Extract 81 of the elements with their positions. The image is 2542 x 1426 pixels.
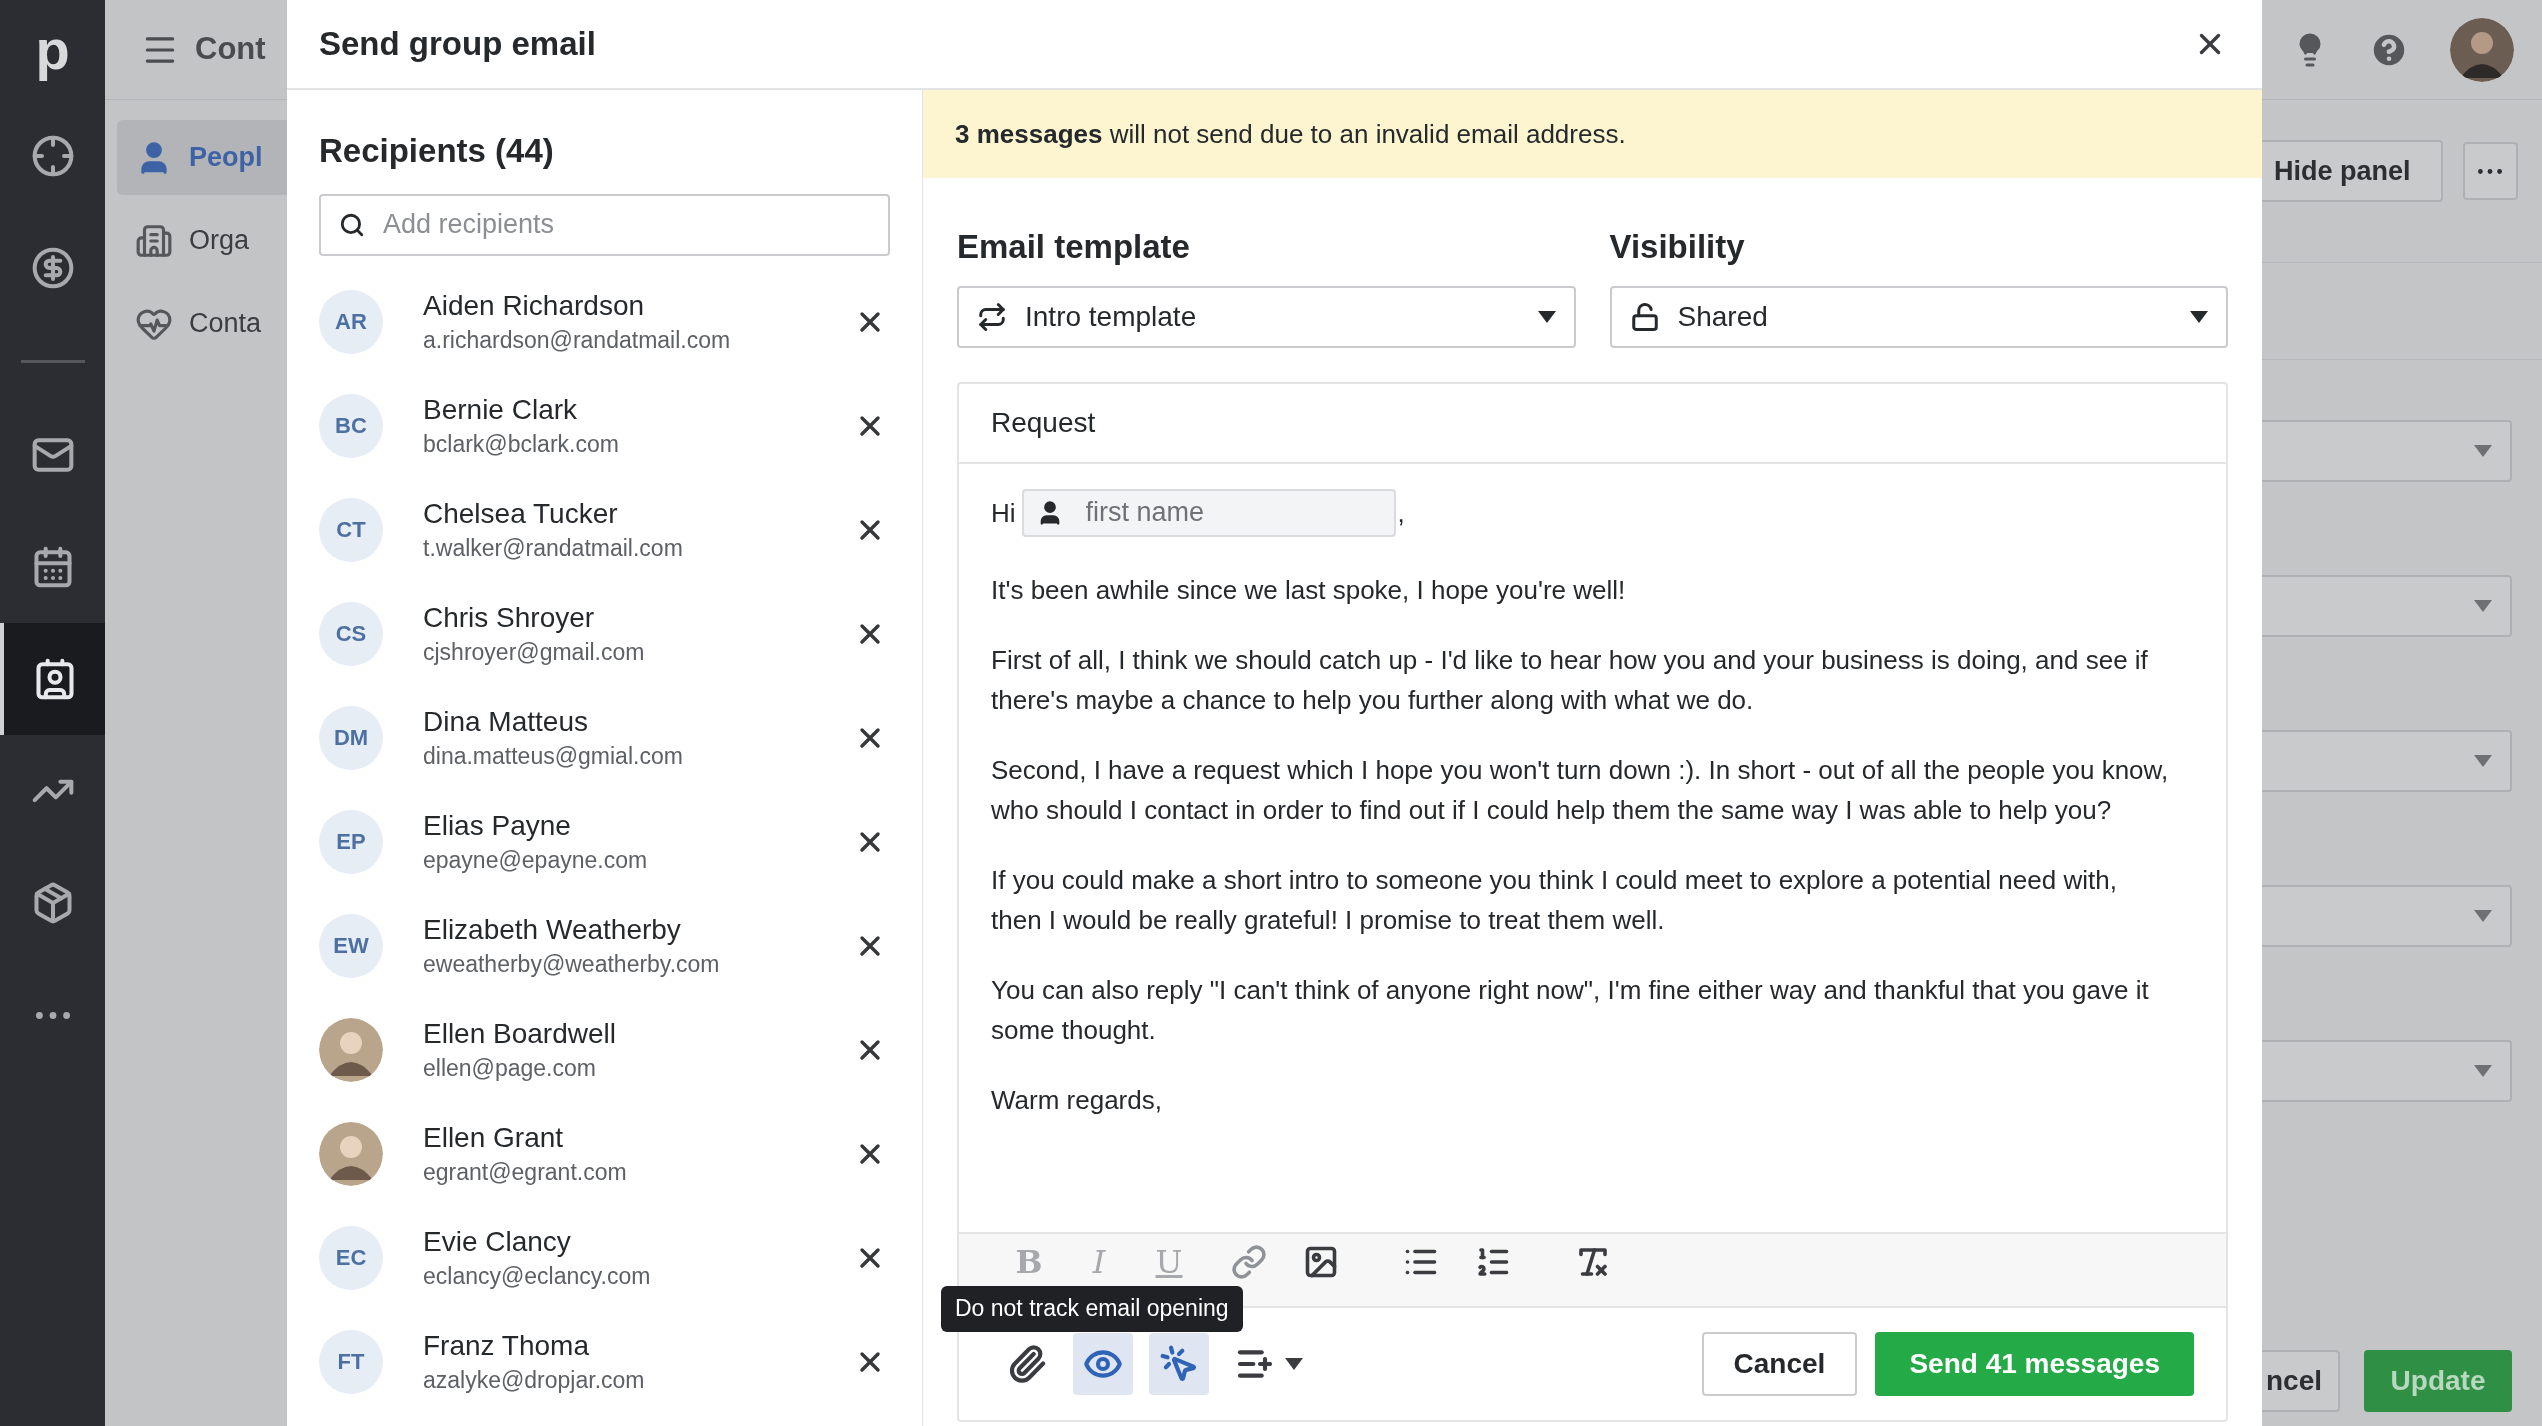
dropdown-caret-icon: [2474, 600, 2492, 612]
avatar: AR: [319, 289, 383, 354]
recipient-email: azalyke@dropjar.com: [423, 1365, 646, 1395]
recipient-name: Elizabeth Weatherby: [423, 912, 682, 947]
recipient-name: Chelsea Tucker: [423, 496, 619, 531]
cursor-click-icon: [1159, 1343, 1199, 1384]
section-title: Cont: [195, 30, 266, 69]
email-paragraph: Second, I have a request which I hope you won't turn down :). In short - out of all the people you know, who should I contact in order to find out if I could help them the same way I was able to help you?: [991, 753, 2170, 827]
email-paragraph: Warm regards,: [991, 1083, 1163, 1117]
email-paragraph: First of all, I think we should catch up - I'd like to hear how you and your business is doing, and see if there's maybe a chance to help you further along with what we do.: [991, 643, 2149, 717]
avatar: EC: [319, 1225, 383, 1290]
dollar-icon: [30, 246, 75, 290]
avatar: EW: [319, 913, 383, 978]
search-field[interactable]: Add recipients: [319, 193, 890, 256]
warning-banner: 3 messages will not send due to an invalid email address.: [923, 90, 2262, 178]
avatar: CT: [319, 497, 383, 562]
subject-line[interactable]: Request: [959, 383, 2226, 464]
recipient-email: bclark@bclark.com: [423, 429, 620, 459]
dropdown-caret-icon: [2474, 910, 2492, 922]
tracking-button[interactable]: [1149, 1332, 1209, 1395]
recipient-name: Franz Thoma: [423, 1328, 590, 1363]
paperclip-icon: [1007, 1343, 1047, 1384]
email-paragraph: If you could make a short intro to someone you think I could meet to explore a potential need with, then I would be really grateful! I promise to treat them well.: [991, 863, 2118, 937]
tooltip: Do not track email opening: [941, 1285, 1243, 1332]
search-icon: [339, 211, 365, 238]
recipients-title: Recipients (44): [318, 131, 555, 171]
more-icon: [2478, 168, 2503, 174]
avatar: BC: [319, 393, 383, 458]
recipient-name: Dina Matteus: [423, 704, 589, 739]
recipient-email: eclancy@eclancy.com: [423, 1261, 652, 1291]
dropdown-caret-icon: [2474, 445, 2492, 457]
tracking-button[interactable]: [1073, 1332, 1133, 1395]
dropdown-caret-icon: [2474, 755, 2492, 767]
dropdown-caret-icon: [1537, 310, 1556, 323]
recipient-email: a.richardson@randatmail.com: [423, 325, 732, 355]
email-paragraph: It's been awhile since we last spoke, I hope you're well!: [991, 573, 1627, 607]
link-icon: [1231, 1243, 1267, 1280]
nav-link[interactable]: Conta: [117, 286, 287, 361]
cancel-button[interactable]: ncel: [2262, 1350, 2341, 1412]
cancel-button[interactable]: Cancel: [1701, 1331, 1858, 1396]
nav-link[interactable]: Orga: [117, 203, 287, 278]
recipient-email: epayne@epayne.com: [423, 845, 649, 875]
recipient-name: Chris Shroyer: [423, 600, 596, 635]
recipient-email: dina.matteus@gmial.com: [423, 741, 684, 771]
recipient-name: Ellen Boardwell: [423, 1016, 617, 1051]
avatar: EP: [319, 809, 383, 874]
recipient-name: Bernie Clark: [423, 392, 579, 427]
dropdown[interactable]: Intro template: [957, 285, 1576, 348]
field-label: Visibility: [1609, 227, 1746, 267]
recipient-email: eweatherby@weatherby.com: [423, 949, 721, 979]
field-label: Email template: [957, 227, 1191, 267]
avatar: FT: [319, 1329, 383, 1394]
recipient-email: ellen@page.com: [423, 1053, 597, 1083]
template-icon: [977, 301, 1007, 332]
dropdown-caret-icon: [2190, 310, 2208, 323]
avatar: CS: [319, 601, 383, 666]
dropdown-caret-icon: [2474, 1065, 2492, 1077]
recipient-name: Aiden Richardson: [423, 288, 646, 323]
recipient-name: Ellen Grant: [423, 1120, 565, 1155]
email-paragraph: You can also reply "I can't think of anyone right now", I'm fine either way and thankful that you gave it some thought.: [991, 973, 2150, 1047]
dropdown[interactable]: Shared: [1609, 285, 2228, 348]
modal-title: Send group email: [319, 24, 596, 65]
recipient-name: Elias Payne: [423, 808, 572, 843]
recipient-email: egrant@egrant.com: [423, 1157, 628, 1187]
nav-item[interactable]: [0, 623, 105, 735]
unlock-icon: [1629, 301, 1660, 332]
caret-icon: [1285, 1357, 1303, 1370]
avatar: DM: [319, 705, 383, 770]
recipient-email: t.walker@randatmail.com: [423, 533, 684, 563]
more-icon: [35, 1011, 70, 1019]
logo[interactable]: p: [35, 0, 70, 100]
avatar: [319, 1017, 383, 1082]
greeting-text: Hi: [991, 496, 1016, 530]
recipient-name: Evie Clancy: [423, 1224, 572, 1259]
avatar: [319, 1121, 383, 1186]
hide-panel-button[interactable]: Hide panel: [2262, 140, 2443, 202]
greeting-comma: ,: [1397, 496, 1405, 530]
merge-field-chip[interactable]: first name: [1021, 488, 1396, 537]
target-icon: [30, 134, 75, 178]
recipient-email: cjshroyer@gmail.com: [423, 637, 646, 667]
avatar[interactable]: [2450, 17, 2514, 82]
